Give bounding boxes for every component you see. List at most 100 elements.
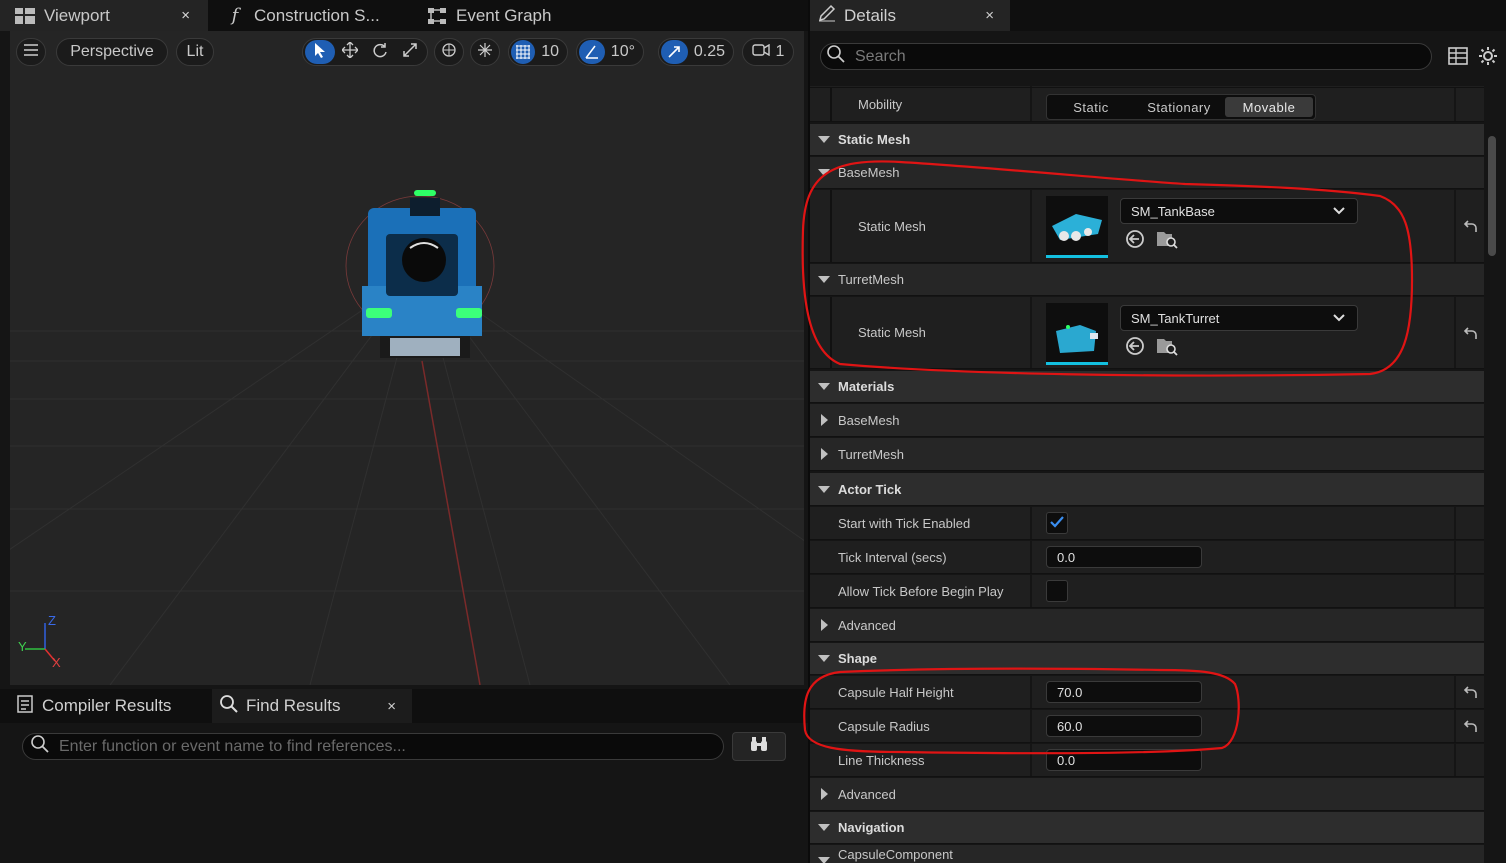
capsule-half-height-label: Capsule Half Height bbox=[838, 684, 954, 700]
mobility-stationary[interactable]: Stationary bbox=[1135, 95, 1223, 119]
pencil-icon bbox=[818, 4, 836, 27]
lit-button[interactable]: Lit bbox=[176, 38, 214, 66]
tab-construction-script[interactable]: f Construction S... bbox=[210, 0, 410, 31]
turretmesh-asset-value: SM_TankTurret bbox=[1131, 310, 1220, 326]
scale-snap-icon bbox=[661, 40, 688, 64]
select-tool-button[interactable] bbox=[305, 40, 335, 64]
mobility-static[interactable]: Static bbox=[1047, 95, 1135, 119]
use-selected-icon[interactable] bbox=[1124, 228, 1146, 250]
capsule-component-label: CapsuleComponent bbox=[838, 847, 953, 862]
camera-icon bbox=[751, 43, 770, 61]
basemesh-prop-label: Static Mesh bbox=[858, 218, 926, 234]
category-shape-label: Shape bbox=[838, 651, 878, 666]
details-search-placeholder: Search bbox=[855, 47, 906, 65]
bottom-tab-bar: Compiler Results Find Results × bbox=[0, 689, 808, 723]
browse-asset-icon[interactable] bbox=[1156, 228, 1178, 250]
tab-find-results[interactable]: Find Results × bbox=[212, 689, 412, 723]
use-selected-icon[interactable] bbox=[1124, 335, 1146, 357]
start-tick-row: Start with Tick Enabled bbox=[810, 507, 1484, 540]
find-search-placeholder: Enter function or event name to find ref… bbox=[59, 737, 406, 755]
line-thickness-input[interactable]: 0.0 bbox=[1046, 749, 1202, 771]
close-icon[interactable]: × bbox=[181, 7, 190, 24]
tab-viewport[interactable]: Viewport × bbox=[0, 0, 208, 31]
chevron-down-icon bbox=[818, 169, 830, 176]
find-button[interactable] bbox=[732, 732, 786, 761]
line-thickness-label: Line Thickness bbox=[838, 752, 925, 768]
tick-interval-input[interactable]: 0.0 bbox=[1046, 546, 1202, 568]
details-scrollbar[interactable] bbox=[1488, 136, 1496, 256]
world-icon bbox=[441, 42, 457, 63]
scale-tool-button[interactable] bbox=[395, 40, 425, 64]
translate-tool-button[interactable] bbox=[335, 40, 365, 64]
viewport-toolbar: Perspective Lit 10 10° 0.25 1 bbox=[10, 31, 804, 75]
mobility-selector: Static Stationary Movable bbox=[1046, 94, 1316, 120]
browse-asset-icon[interactable] bbox=[1156, 335, 1178, 357]
basemesh-header[interactable]: BaseMesh bbox=[810, 157, 1484, 189]
close-icon[interactable]: × bbox=[387, 698, 396, 715]
scale-icon bbox=[402, 42, 418, 63]
coordinate-system-button[interactable] bbox=[434, 38, 464, 66]
reset-to-default-icon[interactable] bbox=[1462, 720, 1478, 734]
close-icon[interactable]: × bbox=[985, 7, 994, 24]
tab-event-graph[interactable]: Event Graph bbox=[412, 0, 612, 31]
chevron-down-icon bbox=[818, 383, 830, 390]
tab-event-graph-label: Event Graph bbox=[456, 5, 552, 25]
chevron-right-icon bbox=[821, 619, 828, 631]
actor-tick-advanced[interactable]: Advanced bbox=[810, 609, 1484, 642]
camera-speed-value: 1 bbox=[775, 43, 785, 60]
tab-find-label: Find Results bbox=[246, 696, 341, 715]
angle-icon bbox=[579, 40, 605, 64]
materials-turretmesh[interactable]: TurretMesh bbox=[810, 438, 1484, 471]
turretmesh-asset-combo[interactable]: SM_TankTurret bbox=[1120, 305, 1358, 331]
cursor-icon bbox=[314, 42, 326, 63]
category-materials-label: Materials bbox=[838, 379, 895, 394]
allow-tick-checkbox[interactable] bbox=[1046, 580, 1068, 602]
reset-to-default-icon[interactable] bbox=[1462, 686, 1478, 700]
turretmesh-header-label: TurretMesh bbox=[838, 272, 904, 287]
chevron-down-icon bbox=[818, 655, 830, 662]
capsule-component-header[interactable]: CapsuleComponent bbox=[810, 845, 1484, 863]
category-static-mesh[interactable]: Static Mesh bbox=[810, 124, 1484, 156]
grid-snap-value: 10 bbox=[541, 43, 559, 60]
start-tick-checkbox[interactable] bbox=[1046, 512, 1068, 534]
tab-details[interactable]: Details × bbox=[810, 0, 1010, 31]
allow-tick-label: Allow Tick Before Begin Play bbox=[838, 583, 1004, 599]
tab-compiler-results[interactable]: Compiler Results bbox=[0, 689, 206, 723]
chevron-down-icon bbox=[1333, 205, 1345, 220]
details-search-input[interactable]: Search bbox=[820, 43, 1432, 70]
tick-interval-label: Tick Interval (secs) bbox=[838, 549, 947, 565]
scale-snap-button[interactable]: 0.25 bbox=[658, 38, 734, 66]
category-actor-tick[interactable]: Actor Tick bbox=[810, 473, 1484, 506]
category-shape[interactable]: Shape bbox=[810, 643, 1484, 675]
find-search-input[interactable]: Enter function or event name to find ref… bbox=[22, 733, 724, 760]
property-matrix-icon[interactable] bbox=[1448, 47, 1468, 70]
line-thickness-row: Line Thickness 0.0 bbox=[810, 744, 1484, 777]
surface-snap-button[interactable] bbox=[470, 38, 500, 66]
function-icon: f bbox=[231, 5, 239, 26]
viewport-menu-button[interactable] bbox=[16, 38, 46, 66]
chevron-right-icon bbox=[821, 788, 828, 800]
perspective-button[interactable]: Perspective bbox=[56, 38, 168, 66]
grid-snap-button[interactable]: 10 bbox=[508, 38, 568, 66]
turretmesh-thumbnail[interactable] bbox=[1046, 303, 1108, 365]
materials-basemesh[interactable]: BaseMesh bbox=[810, 404, 1484, 437]
turretmesh-header[interactable]: TurretMesh bbox=[810, 264, 1484, 296]
gear-icon[interactable] bbox=[1478, 46, 1498, 71]
basemesh-asset-combo[interactable]: SM_TankBase bbox=[1120, 198, 1358, 224]
binoculars-icon bbox=[750, 736, 768, 757]
shape-advanced[interactable]: Advanced bbox=[810, 778, 1484, 811]
reset-to-default-icon[interactable] bbox=[1462, 220, 1478, 234]
mobility-movable[interactable]: Movable bbox=[1225, 97, 1313, 117]
axis-z-label: Z bbox=[48, 613, 56, 628]
capsule-half-height-row: Capsule Half Height 70.0 bbox=[810, 676, 1484, 709]
basemesh-thumbnail[interactable] bbox=[1046, 196, 1108, 258]
capsule-half-height-input[interactable]: 70.0 bbox=[1046, 681, 1202, 703]
category-materials[interactable]: Materials bbox=[810, 371, 1484, 403]
checkmark-icon bbox=[1050, 515, 1064, 531]
camera-speed-button[interactable]: 1 bbox=[742, 38, 794, 66]
capsule-radius-input[interactable]: 60.0 bbox=[1046, 715, 1202, 737]
rotate-tool-button[interactable] bbox=[365, 40, 395, 64]
rotation-snap-button[interactable]: 10° bbox=[576, 38, 644, 66]
reset-to-default-icon[interactable] bbox=[1462, 327, 1478, 341]
viewport-3d[interactable]: Z Y X Perspective Lit 10 10° 0.25 1 bbox=[10, 31, 804, 685]
